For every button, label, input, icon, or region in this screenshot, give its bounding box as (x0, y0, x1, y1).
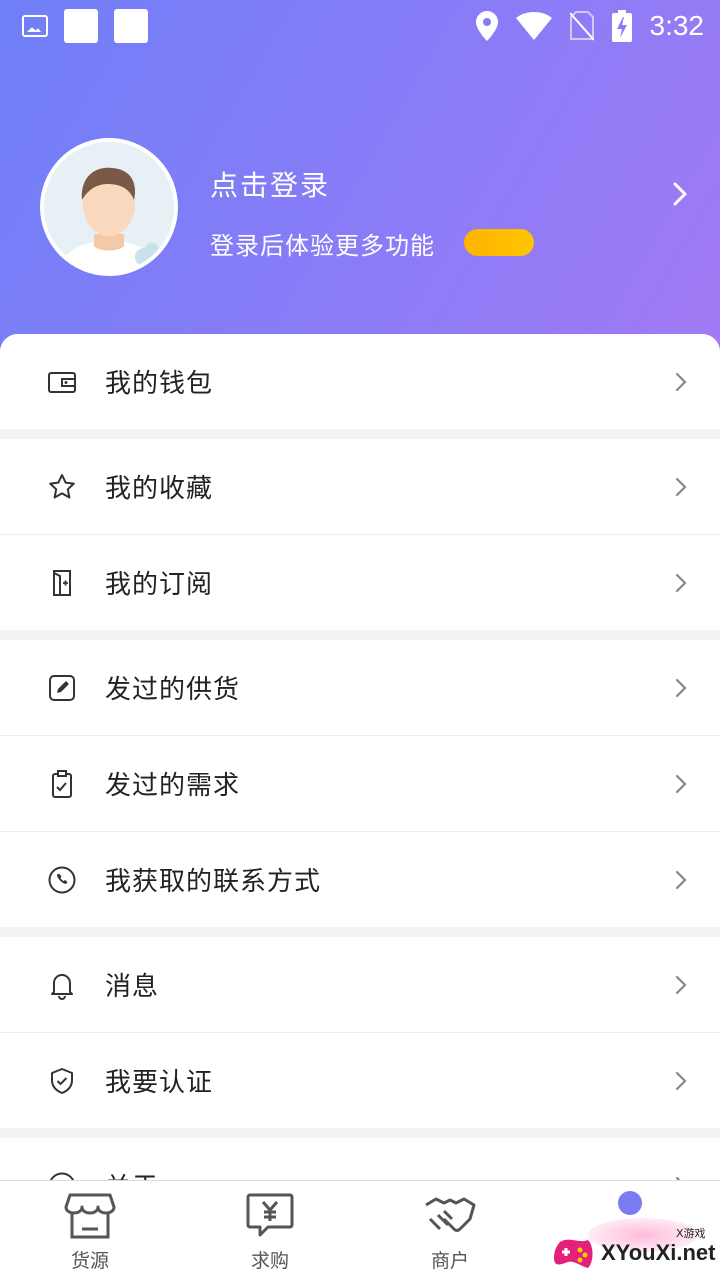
image-notification-icon (22, 15, 48, 37)
menu-group: 我的收藏 我的订阅 (0, 439, 720, 630)
watermark-text: XYouXi.net (601, 1240, 716, 1265)
no-sim-icon (569, 11, 594, 41)
watermark-small-text: X游戏 (676, 1227, 706, 1240)
subscribe-icon (47, 568, 77, 598)
bell-icon (47, 970, 77, 1000)
menu-item-label: 我的订阅 (105, 570, 214, 600)
menu-group: 消息 我要认证 (0, 937, 720, 1128)
watermark: X游戏 XYouXi.net (548, 1218, 720, 1280)
phone-icon (47, 865, 77, 895)
default-avatar-icon (44, 142, 174, 272)
profile-header: 3:32 点击登录 登录后体验更多功能 (0, 0, 720, 360)
wifi-icon (515, 12, 552, 40)
handshake-icon (425, 1197, 476, 1232)
chevron-right-icon (675, 372, 687, 391)
menu-item-posted-demand[interactable]: 发过的需求 (0, 735, 720, 831)
menu-item-contacts[interactable]: 我获取的联系方式 (0, 831, 720, 927)
chevron-right-icon (675, 1071, 687, 1090)
battery-charging-icon (611, 10, 632, 42)
tab-label: 货源 (70, 1250, 109, 1272)
menu-item-verification[interactable]: 我要认证 (0, 1032, 720, 1128)
gamepad-logo-icon (554, 1239, 593, 1268)
chevron-right-icon (675, 678, 687, 697)
menu-group: 发过的供货 发过的需求 我获取的联系方式 (0, 640, 720, 927)
menu-item-label: 我要认证 (105, 1068, 214, 1098)
menu-item-messages[interactable]: 消息 (0, 937, 720, 1032)
chevron-right-icon (675, 477, 687, 496)
profile-tab-indicator (618, 1191, 642, 1215)
menu-item-label: 关于 (105, 1167, 159, 1180)
yuan-chat-icon (246, 1193, 294, 1237)
notification-icon (64, 9, 98, 43)
tab-label: 商户 (430, 1250, 469, 1272)
chevron-right-icon (675, 975, 687, 994)
tab-purchase[interactable]: 求购 (180, 1181, 360, 1281)
menu-item-favorites[interactable]: 我的收藏 (0, 439, 720, 534)
member-badge (464, 229, 534, 256)
menu-item-about[interactable]: 关于 (0, 1138, 720, 1180)
avatar[interactable] (40, 138, 178, 276)
menu-list: 我的钱包 我的收藏 我的订阅 发过的供货 发过的需求 我获取的联系方式 消息 我… (0, 334, 720, 1180)
menu-item-label: 消息 (105, 972, 160, 1002)
chevron-right-icon (675, 870, 687, 889)
edit-icon (47, 673, 77, 703)
menu-item-label: 发过的需求 (105, 771, 241, 801)
wallet-icon (47, 367, 77, 397)
menu-item-label: 我获取的联系方式 (105, 867, 322, 897)
chevron-right-icon (675, 774, 687, 793)
notification-icon (114, 9, 148, 43)
menu-item-label: 发过的供货 (105, 675, 241, 705)
star-icon (47, 472, 77, 502)
login-title[interactable]: 点击登录 (210, 164, 330, 204)
chevron-right-icon (675, 573, 687, 592)
tab-label: 求购 (250, 1250, 289, 1272)
menu-group: 我的钱包 (0, 334, 720, 429)
login-subtitle: 登录后体验更多功能 (210, 232, 435, 260)
info-icon (47, 1171, 77, 1180)
shield-check-icon (47, 1066, 77, 1096)
status-time: 3:32 (649, 10, 705, 41)
menu-item-wallet[interactable]: 我的钱包 (0, 334, 720, 429)
tab-merchants[interactable]: 商户 (360, 1181, 540, 1281)
clipboard-check-icon (47, 769, 77, 799)
tab-supply[interactable]: 货源 (0, 1181, 180, 1281)
store-icon (64, 1193, 116, 1239)
menu-item-label: 我的收藏 (105, 474, 214, 504)
location-icon (475, 11, 498, 41)
chevron-right-icon[interactable] (666, 178, 694, 210)
status-bar: 3:32 (0, 0, 720, 52)
menu-group: 关于 (0, 1138, 720, 1180)
menu-item-subscriptions[interactable]: 我的订阅 (0, 534, 720, 630)
menu-item-posted-supply[interactable]: 发过的供货 (0, 640, 720, 735)
menu-item-label: 我的钱包 (105, 369, 214, 399)
